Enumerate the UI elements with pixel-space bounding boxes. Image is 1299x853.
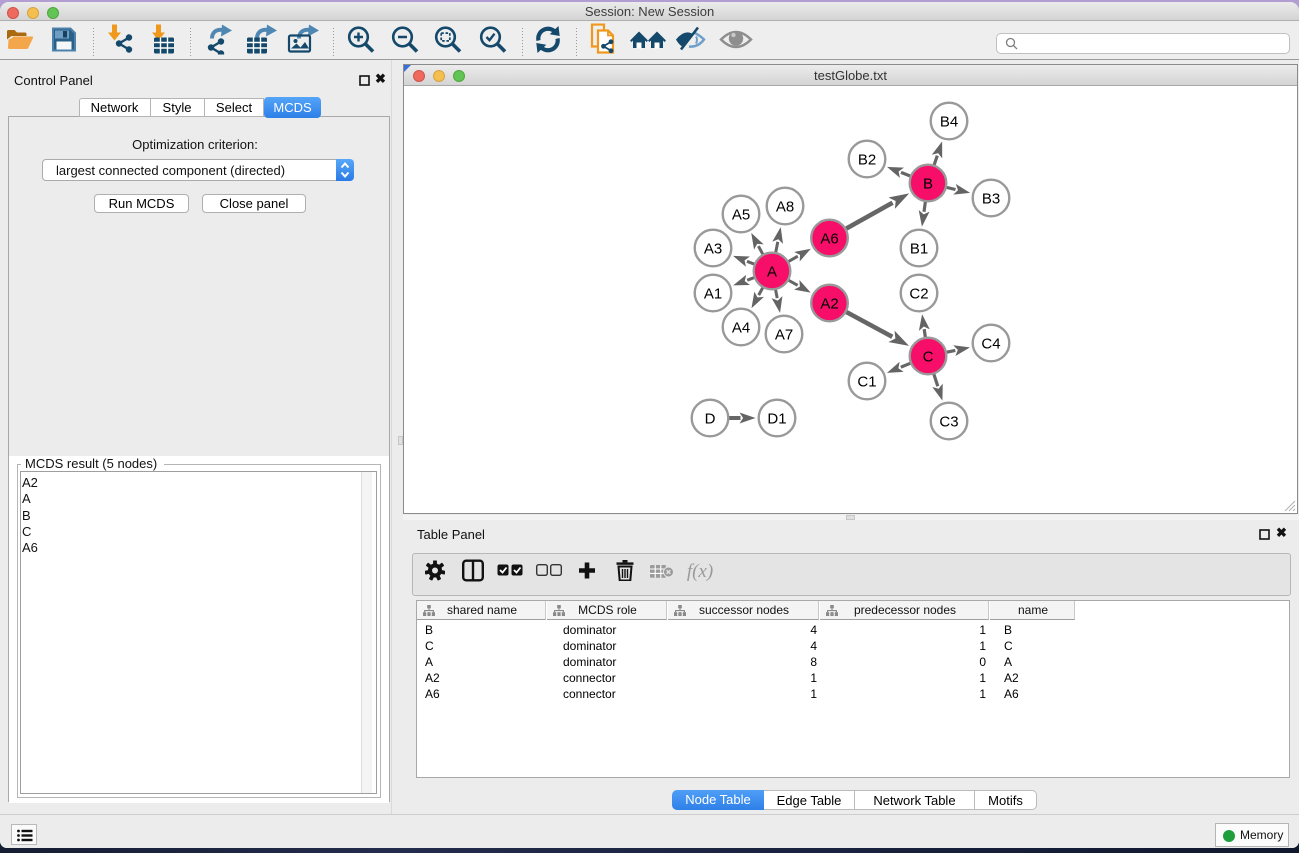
svg-text:B1: B1 xyxy=(910,241,928,258)
svg-text:C1: C1 xyxy=(857,374,876,391)
svg-text:B: B xyxy=(923,176,933,193)
svg-text:A4: A4 xyxy=(732,320,750,337)
svg-text:A6: A6 xyxy=(820,231,838,248)
svg-text:B4: B4 xyxy=(940,114,958,131)
svg-text:A5: A5 xyxy=(732,207,750,224)
svg-text:C: C xyxy=(923,349,934,366)
svg-text:A2: A2 xyxy=(820,296,838,313)
svg-text:A: A xyxy=(767,264,777,281)
svg-text:A8: A8 xyxy=(776,199,794,216)
svg-text:A3: A3 xyxy=(704,241,722,258)
svg-text:C2: C2 xyxy=(909,286,928,303)
svg-text:B3: B3 xyxy=(982,191,1000,208)
svg-text:B2: B2 xyxy=(858,152,876,169)
svg-text:C4: C4 xyxy=(981,336,1000,353)
svg-text:A1: A1 xyxy=(704,286,722,303)
svg-text:C3: C3 xyxy=(939,414,958,431)
svg-text:A7: A7 xyxy=(775,327,793,344)
svg-text:D1: D1 xyxy=(767,411,786,428)
svg-text:D: D xyxy=(705,411,716,428)
